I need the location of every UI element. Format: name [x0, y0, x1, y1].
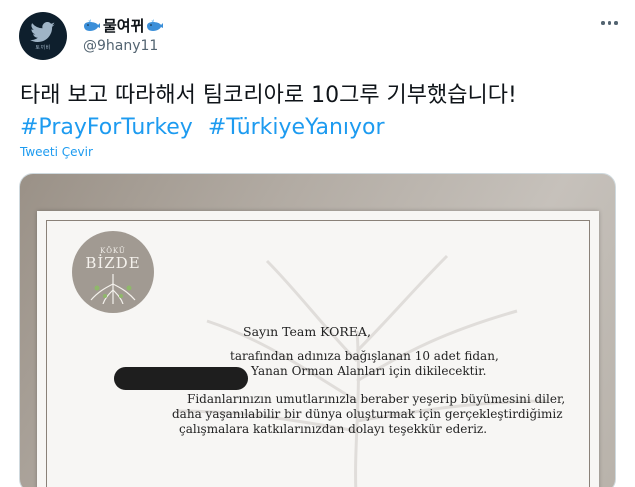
certificate-line: daha yaşanılabilir bir dünya oluşturmak … — [172, 407, 563, 421]
more-options-button[interactable] — [601, 14, 619, 32]
certificate-line: Fidanlarınızın umutlarınızla beraber yeş… — [187, 392, 566, 406]
certificate-line: Yanan Orman Alanları için dikilecektir. — [251, 364, 487, 378]
tweet-image[interactable]: KÖKÜ BİZDE Sayın Team KOREA, tarafından … — [19, 173, 616, 487]
tree-roots-icon — [90, 274, 136, 304]
more-options-icon — [614, 21, 618, 25]
logo-main-text: BİZDE — [85, 254, 141, 272]
display-name: 물여뀌 — [103, 16, 145, 35]
redaction-block — [114, 367, 248, 390]
hashtag-link[interactable]: #PrayForTurkey — [20, 115, 193, 140]
more-options-icon — [601, 21, 605, 25]
avatar-text: 토끼비 — [35, 44, 51, 51]
hashtag-link[interactable]: #TürkiyeYanıyor — [208, 115, 385, 140]
certificate-greeting: Sayın Team KOREA, — [243, 324, 371, 339]
translate-tweet-link[interactable]: Tweeti Çevir — [20, 145, 93, 159]
whale-emoji-icon — [84, 18, 100, 31]
bird-logo-icon — [30, 21, 55, 42]
certificate-line: çalışmalara katkılarınızdan dolayı teşek… — [179, 422, 488, 436]
more-options-icon — [607, 21, 611, 25]
whale-emoji-icon — [147, 18, 164, 31]
certificate-line: tarafından adınıza bağışlanan 10 adet fi… — [230, 349, 499, 363]
tweet-text: 타래 보고 따라해서 팀코리아로 10그루 기부했습니다! — [20, 83, 517, 108]
hashtag-row: #PrayForTurkey #TürkiyeYanıyor — [20, 112, 393, 144]
avatar[interactable]: 토끼비 — [19, 12, 67, 60]
koku-bizde-logo: KÖKÜ BİZDE — [72, 231, 154, 313]
user-handle[interactable]: @9hany11 — [83, 38, 158, 54]
display-name-row[interactable]: 물여뀌 — [83, 14, 164, 36]
